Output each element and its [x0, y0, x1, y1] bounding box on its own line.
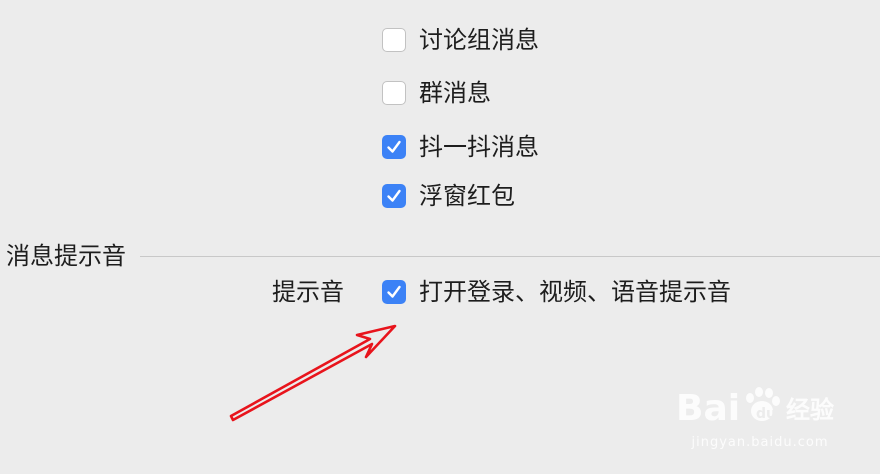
- checkmark-icon: [387, 285, 401, 298]
- checkbox-shake-message[interactable]: [382, 135, 406, 159]
- baidu-watermark: Bai du 经验 jingyan.baidu.com: [676, 380, 846, 456]
- checkbox-group-message[interactable]: [382, 81, 406, 105]
- sound-row-label: 提示音: [272, 278, 344, 306]
- checkbox-discussion-group[interactable]: [382, 28, 406, 52]
- option-label-floating-red-packet: 浮窗红包: [419, 182, 515, 210]
- checkmark-icon: [387, 140, 401, 153]
- baidu-paw-icon: du: [746, 387, 780, 422]
- checkbox-floating-red-packet[interactable]: [382, 184, 406, 208]
- checkbox-sound[interactable]: [382, 280, 406, 304]
- baidu-logo: Bai du 经验: [676, 387, 834, 429]
- section-message-sound: 消息提示音: [0, 240, 880, 272]
- svg-text:经验: 经验: [786, 396, 834, 424]
- option-label-sound: 打开登录、视频、语音提示音: [419, 278, 731, 306]
- option-row-group-message[interactable]: 群消息: [382, 79, 491, 107]
- option-label-shake-message: 抖一抖消息: [419, 133, 539, 161]
- option-row-floating-red-packet[interactable]: 浮窗红包: [382, 182, 515, 210]
- option-row-discussion-group[interactable]: 讨论组消息: [382, 26, 539, 54]
- watermark-url: jingyan.baidu.com: [691, 435, 829, 450]
- section-title: 消息提示音: [6, 242, 126, 270]
- option-row-sound[interactable]: 打开登录、视频、语音提示音: [382, 278, 731, 306]
- section-divider: [140, 256, 880, 257]
- checkmark-icon: [387, 189, 401, 202]
- svg-text:Bai: Bai: [676, 388, 740, 429]
- option-label-group-message: 群消息: [419, 79, 491, 107]
- svg-text:du: du: [756, 406, 776, 422]
- option-row-shake-message[interactable]: 抖一抖消息: [382, 133, 539, 161]
- option-label-discussion-group: 讨论组消息: [419, 26, 539, 54]
- red-arrow-annotation: [229, 324, 397, 422]
